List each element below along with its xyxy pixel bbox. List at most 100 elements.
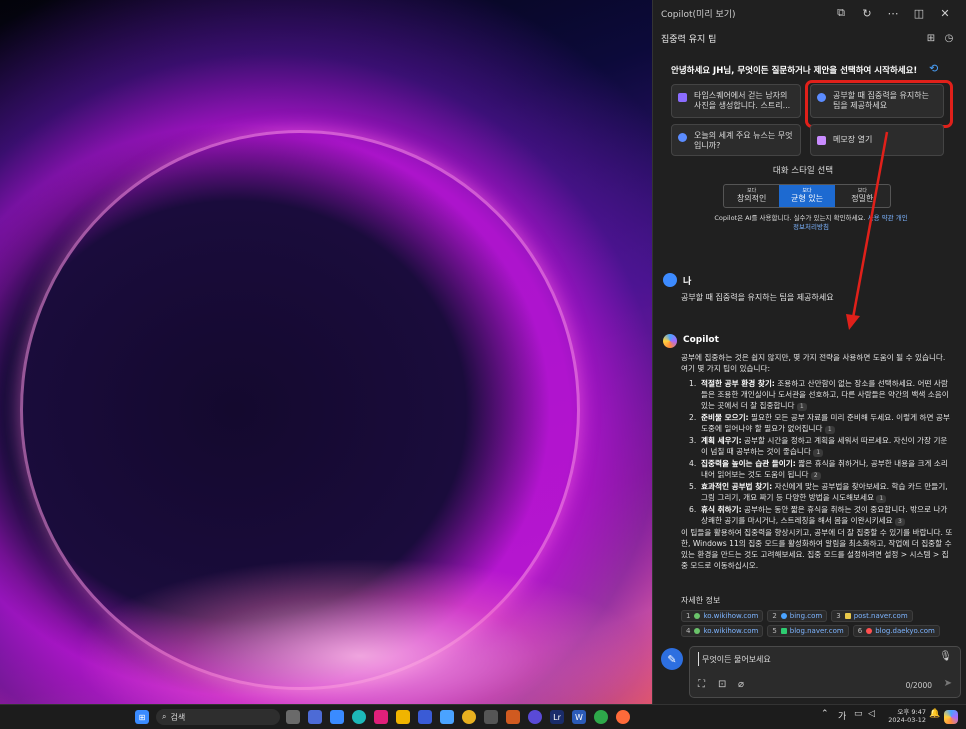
style-option-balanced[interactable]: 보다 균형 있는 xyxy=(779,185,835,207)
history-icon[interactable]: ◷ xyxy=(940,33,958,44)
volume-icon[interactable]: ◁ xyxy=(868,709,875,719)
word-icon[interactable]: W xyxy=(572,710,586,724)
app-icon[interactable] xyxy=(374,710,388,724)
source-site: ko.wikihow.com xyxy=(703,612,759,620)
tip-title: 계획 세우기: xyxy=(701,436,742,445)
suggestion-card-image[interactable]: 타임스퀘어에서 걷는 남자의 사진을 생성합니다. 스트리... xyxy=(671,84,801,118)
source-number: 6 xyxy=(857,627,863,635)
send-icon[interactable]: ➤ xyxy=(944,678,952,689)
citation-badge[interactable]: 1 xyxy=(813,449,824,457)
ai-disclaimer: Copilot은 AI를 사용합니다. 실수가 있는지 확인하세요. 사용 약관… xyxy=(713,214,909,232)
file-explorer-icon[interactable] xyxy=(396,710,410,724)
citation-badge[interactable]: 3 xyxy=(894,518,905,526)
edge-icon[interactable] xyxy=(352,710,366,724)
taskbar-search[interactable]: ⌕ 검색 xyxy=(156,709,280,725)
tip-number: 1. xyxy=(689,379,697,388)
source-number: 1 xyxy=(686,612,691,620)
attach-icon[interactable]: ⌀ xyxy=(738,679,744,690)
suggestion-text: 메모장 열기 xyxy=(833,135,873,144)
citation-badge[interactable]: 1 xyxy=(796,403,807,411)
tip-title: 효과적인 공부법 찾기: xyxy=(701,482,773,491)
citation-badge[interactable]: 2 xyxy=(810,472,821,480)
chrome-icon[interactable] xyxy=(462,710,476,724)
tip-title: 준비물 모으기: xyxy=(701,413,749,422)
tray-chevron-icon[interactable]: ⌃ xyxy=(821,709,829,719)
suggestion-card-notepad[interactable]: 메모장 열기 xyxy=(810,124,944,156)
copilot-taskbar-icon[interactable] xyxy=(944,710,958,724)
dock-icon[interactable]: ◫ xyxy=(906,7,932,20)
style-option-creative[interactable]: 보다 창의적인 xyxy=(724,185,779,207)
source-link[interactable]: 4 ko.wikihow.com xyxy=(681,625,764,637)
greeting-text: 안녕하세요 JH님, 무엇이든 질문하거나 제안을 선택하여 시작하세요! xyxy=(671,66,918,76)
source-link[interactable]: 6 blog.daekyo.com xyxy=(852,625,940,637)
tasks-icon[interactable] xyxy=(528,710,542,724)
source-site: blog.daekyo.com xyxy=(875,627,935,635)
notes-icon[interactable] xyxy=(418,710,432,724)
source-link[interactable]: 1 ko.wikihow.com xyxy=(681,610,764,622)
user-message-text: 공부할 때 집중력을 유지하는 팁을 제공하세요 xyxy=(681,293,834,302)
screenshot-icon[interactable]: ⛶ xyxy=(698,679,705,690)
terms-link[interactable]: 사용 약관 xyxy=(868,214,894,222)
lightroom-icon[interactable]: Lr xyxy=(550,710,564,724)
source-link[interactable]: 3 post.naver.com xyxy=(831,610,913,622)
widgets-icon[interactable] xyxy=(308,710,322,724)
source-number: 5 xyxy=(772,627,777,635)
app-icon[interactable] xyxy=(484,710,498,724)
annotation-highlight-box xyxy=(805,80,953,128)
firefox-icon[interactable] xyxy=(616,710,630,724)
source-number: 4 xyxy=(686,627,691,635)
citation-badge[interactable]: 1 xyxy=(876,495,887,503)
refresh-suggestions-icon[interactable]: ⟲ xyxy=(929,62,938,75)
notification-icon[interactable]: 🔔 xyxy=(929,709,940,719)
more-icon[interactable]: ⋯ xyxy=(880,7,906,20)
close-icon[interactable]: ✕ xyxy=(932,7,958,20)
citation-badge[interactable]: 1 xyxy=(824,426,835,434)
source-link[interactable]: 5 blog.naver.com xyxy=(767,625,849,637)
open-in-browser-icon[interactable]: ⧉ xyxy=(828,6,854,20)
chat-input[interactable] xyxy=(698,652,938,666)
plugins-icon[interactable]: ⊞ xyxy=(922,33,940,44)
source-link[interactable]: 2 bing.com xyxy=(767,610,828,622)
app-icon[interactable] xyxy=(594,710,608,724)
store-icon[interactable] xyxy=(330,710,344,724)
start-icon[interactable]: ⊞ xyxy=(135,710,149,724)
answer-intro: 공부에 집중하는 것은 쉽지 않지만, 몇 가지 전략을 사용하면 도움이 될 … xyxy=(681,353,946,373)
site-favicon-icon xyxy=(866,628,873,634)
copilot-chat-icon xyxy=(678,133,687,142)
panel-titlebar: Copilot(미리 보기) ⧉ ↻ ⋯ ◫ ✕ xyxy=(653,0,966,26)
tip-number: 6. xyxy=(689,505,697,514)
image-upload-icon[interactable]: ⊡ xyxy=(718,679,726,690)
sources-row: 1 ko.wikihow.com 2 bing.com 3 post.naver.co… xyxy=(681,610,961,622)
wallpaper-glow xyxy=(80,560,640,704)
microphone-icon[interactable]: 🎙 xyxy=(939,651,952,662)
source-site: bing.com xyxy=(789,612,823,620)
ime-indicator[interactable]: 가 xyxy=(838,709,846,722)
source-site: blog.naver.com xyxy=(789,627,844,635)
app-icon[interactable] xyxy=(506,710,520,724)
search-icon: ⌕ xyxy=(162,712,167,721)
copilot-logo-icon xyxy=(663,334,677,348)
source-site: ko.wikihow.com xyxy=(703,627,759,635)
tip-number: 3. xyxy=(689,436,697,445)
site-favicon-icon xyxy=(694,613,701,619)
image-icon xyxy=(678,93,687,102)
clock-date: 2024-03-12 xyxy=(888,716,926,724)
chat-scroll-area[interactable]: 안녕하세요 JH님, 무엇이든 질문하거나 제안을 선택하여 시작하세요! ⟲ … xyxy=(653,52,966,642)
site-favicon-icon xyxy=(844,613,851,619)
site-favicon-icon xyxy=(780,628,787,634)
topic-bar: 집중력 유지 팁 ⊞ ◷ xyxy=(653,26,966,50)
copilot-panel: Copilot(미리 보기) ⧉ ↻ ⋯ ◫ ✕ 집중력 유지 팁 ⊞ ◷ 안녕… xyxy=(652,0,966,704)
user-speaker-name: 나 xyxy=(683,277,692,287)
copilot-answer: 공부에 집중하는 것은 쉽지 않지만, 몇 가지 전략을 사용하면 도움이 될 … xyxy=(681,352,953,575)
message-composer: 🎙 ⛶ ⊡ ⌀ 0/2000 ➤ xyxy=(689,646,961,698)
network-icon[interactable]: ▭ xyxy=(854,709,863,719)
suggestion-card-news[interactable]: 오늘의 세계 주요 뉴스는 무엇입니까? xyxy=(671,124,801,156)
style-option-precise[interactable]: 보다 정밀한 xyxy=(835,185,890,207)
system-clock[interactable]: 오후 9:47 2024-03-12 xyxy=(882,708,926,724)
task-view-icon[interactable] xyxy=(286,710,300,724)
refresh-icon[interactable]: ↻ xyxy=(854,7,880,20)
tip-item: 5. 효과적인 공부법 찾기: 자신에게 맞는 공부법을 찾아보세요. 학습 카드… xyxy=(681,481,953,503)
new-topic-button[interactable]: ✎ xyxy=(661,648,683,670)
tip-number: 4. xyxy=(689,459,697,468)
bird-app-icon[interactable] xyxy=(440,710,454,724)
